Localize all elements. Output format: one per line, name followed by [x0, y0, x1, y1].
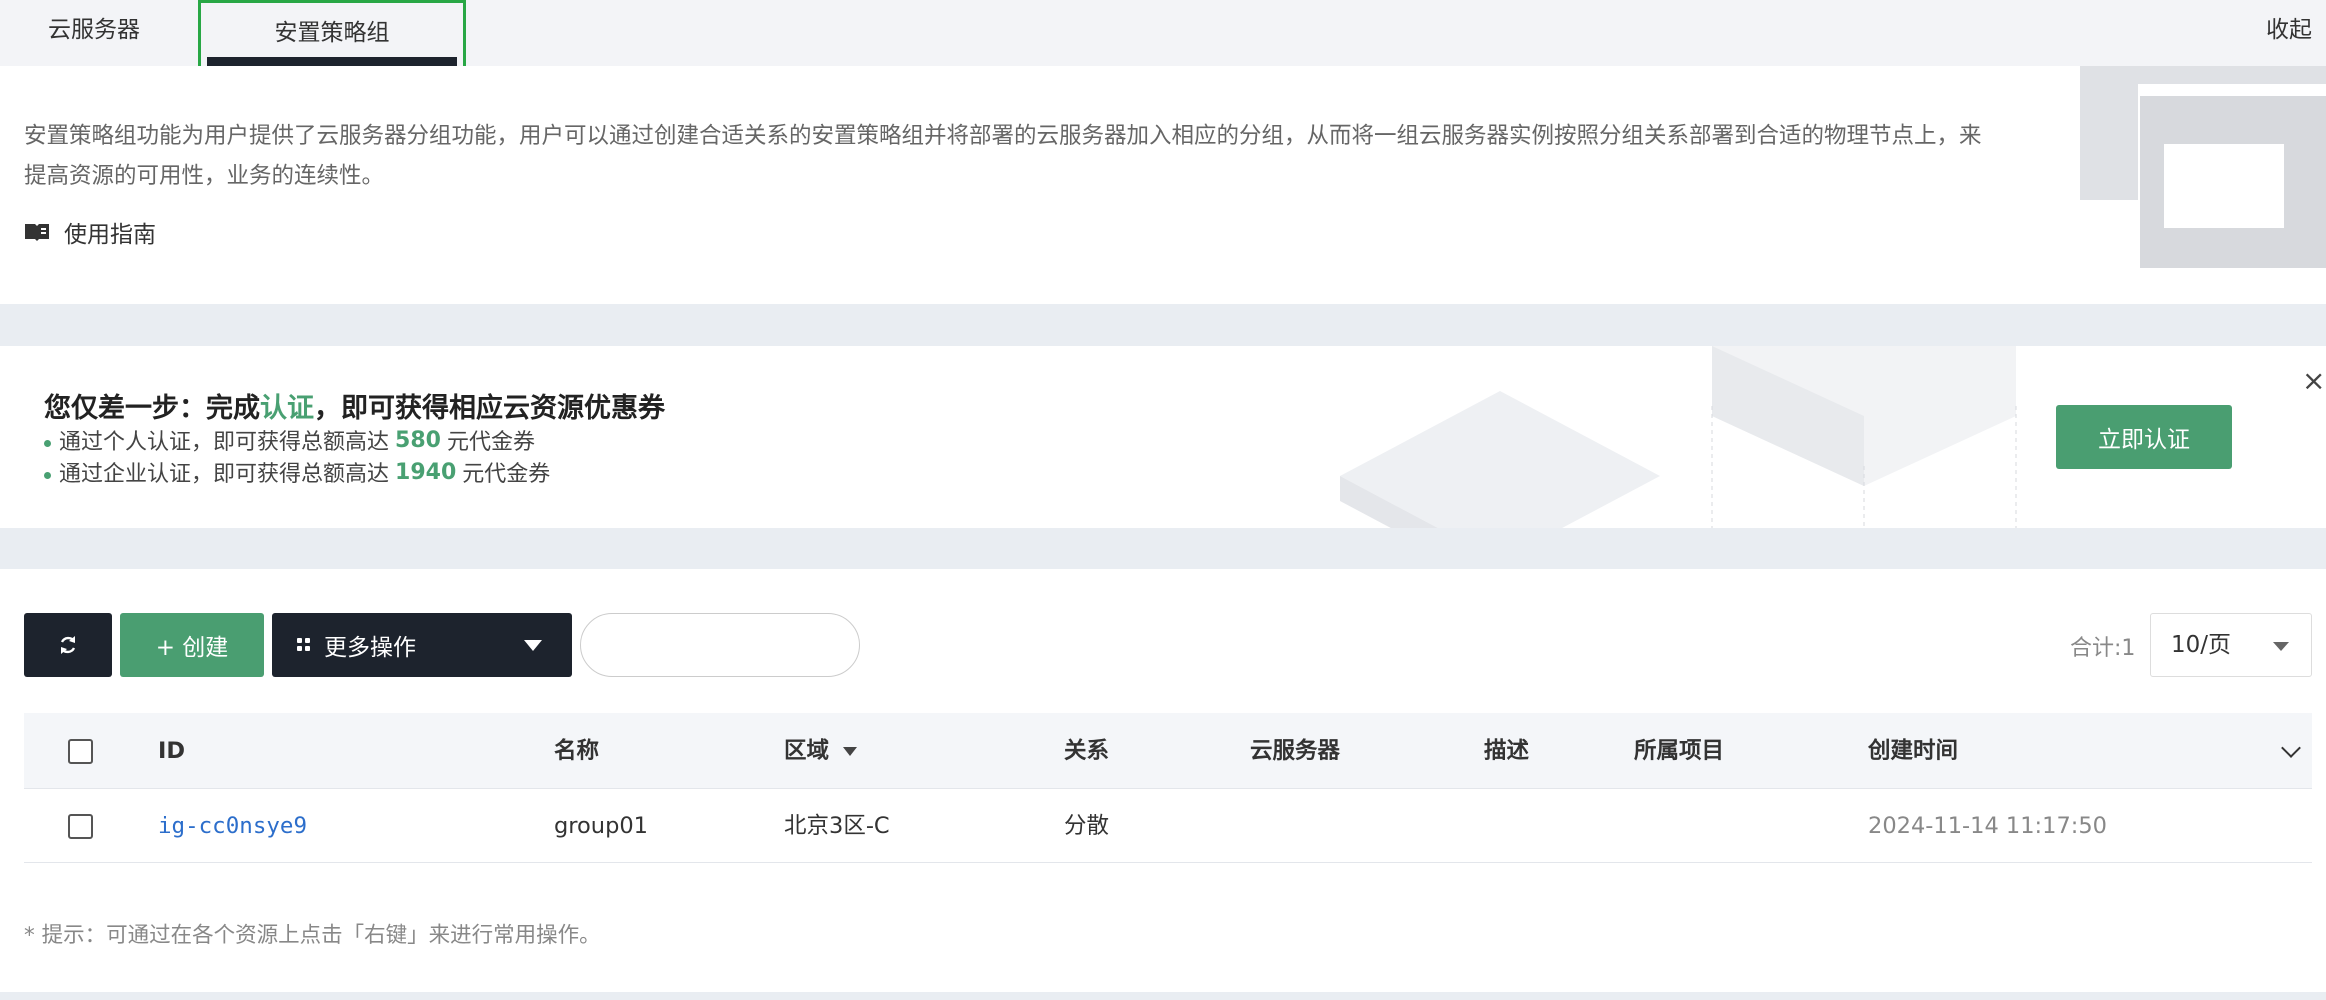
column-header-created[interactable]: 创建时间 [1868, 713, 1958, 789]
chevron-down-icon [2273, 642, 2289, 651]
column-header-description[interactable]: 描述 [1484, 713, 1529, 789]
refresh-icon [60, 636, 76, 654]
decorative-illustration [2080, 66, 2326, 268]
close-icon[interactable]: × [2302, 364, 2325, 397]
page-size-select[interactable]: 10/页 [2150, 613, 2312, 677]
benefit-enterprise-amount: 1940 [395, 459, 457, 485]
chevron-down-icon [524, 640, 542, 651]
verify-now-button[interactable]: 立即认证 [2056, 405, 2232, 469]
total-count: 合计:1 [2070, 636, 2136, 661]
usage-guide-label: 使用指南 [64, 222, 156, 248]
top-tab-bar: 云服务器 安置策略组 收起 [0, 0, 2326, 79]
column-settings-chevron-icon[interactable] [2281, 738, 2301, 758]
bullet-dot [44, 471, 51, 479]
benefit-enterprise-suffix: 元代金券 [462, 462, 551, 487]
row-id-link[interactable]: ig-cc0nsye9 [158, 789, 307, 863]
benefit-personal-suffix: 元代金券 [446, 430, 535, 455]
row-name: group01 [554, 813, 648, 839]
table-row[interactable]: ig-cc0nsye9 group01 北京3区-C 分散 2024-11-14… [24, 789, 2312, 863]
banner-title-prefix: 您仅差一步：完成 [44, 393, 260, 424]
column-header-region[interactable]: 区域 [784, 713, 858, 789]
column-header-relation[interactable]: 关系 [1064, 713, 1109, 789]
column-header-name[interactable]: 名称 [554, 713, 599, 789]
banner-illustration [1340, 346, 2017, 528]
column-header-servers[interactable]: 云服务器 [1250, 713, 1340, 789]
tab-placement-groups-label: 安置策略组 [274, 20, 390, 46]
description-panel: 安置策略组功能为用户提供了云服务器分组功能，用户可以通过创建合适关系的安置策略组… [0, 66, 2326, 304]
usage-guide-link[interactable]: 使用指南 [24, 215, 156, 249]
banner-benefit-enterprise: 通过企业认证，即可获得总额高达 1940 元代金券 [44, 456, 550, 488]
column-header-id[interactable]: ID [158, 713, 185, 789]
column-header-region-label: 区域 [784, 738, 830, 764]
grid-icon [297, 638, 310, 651]
banner-title-suffix: ，即可获得相应云资源优惠券 [314, 393, 665, 424]
banner-benefit-personal: 通过个人认证，即可获得总额高达 580 元代金券 [44, 424, 535, 456]
more-actions-label: 更多操作 [324, 635, 416, 661]
search-input[interactable] [580, 613, 860, 677]
more-actions-dropdown[interactable]: 更多操作 [272, 613, 572, 677]
benefit-personal-prefix: 通过个人认证，即可获得总额高达 [59, 430, 390, 455]
benefit-personal-amount: 580 [395, 427, 441, 453]
banner-title: 您仅差一步：完成认证，即可获得相应云资源优惠券 [44, 386, 665, 425]
table-header: ID 名称 区域 关系 云服务器 描述 所属项目 创建时间 [24, 713, 2312, 789]
banner-title-highlight: 认证 [260, 393, 314, 424]
filter-caret-icon[interactable] [843, 747, 858, 756]
active-tab-indicator [207, 57, 457, 66]
select-all-checkbox[interactable] [68, 739, 93, 764]
book-icon [25, 224, 49, 241]
row-created-time: 2024-11-14 11:17:50 [1868, 813, 2107, 839]
page-size-value: 10/页 [2171, 632, 2232, 658]
description-text: 安置策略组功能为用户提供了云服务器分组功能，用户可以通过创建合适关系的安置策略组… [24, 123, 1982, 189]
create-button[interactable]: + 创建 [120, 613, 264, 677]
collapse-button[interactable]: 收起 [2266, 0, 2312, 60]
row-checkbox[interactable] [68, 814, 93, 839]
bullet-dot [44, 439, 51, 447]
benefit-enterprise-prefix: 通过企业认证，即可获得总额高达 [59, 462, 390, 487]
refresh-button[interactable] [24, 613, 112, 677]
row-relation: 分散 [1064, 813, 1110, 839]
column-header-project[interactable]: 所属项目 [1634, 713, 1724, 789]
tab-servers[interactable]: 云服务器 [48, 0, 140, 66]
row-region: 北京3区-C [784, 813, 890, 839]
tip-text: * 提示：可通过在各个资源上点击「右键」来进行常用操作。 [24, 923, 601, 948]
